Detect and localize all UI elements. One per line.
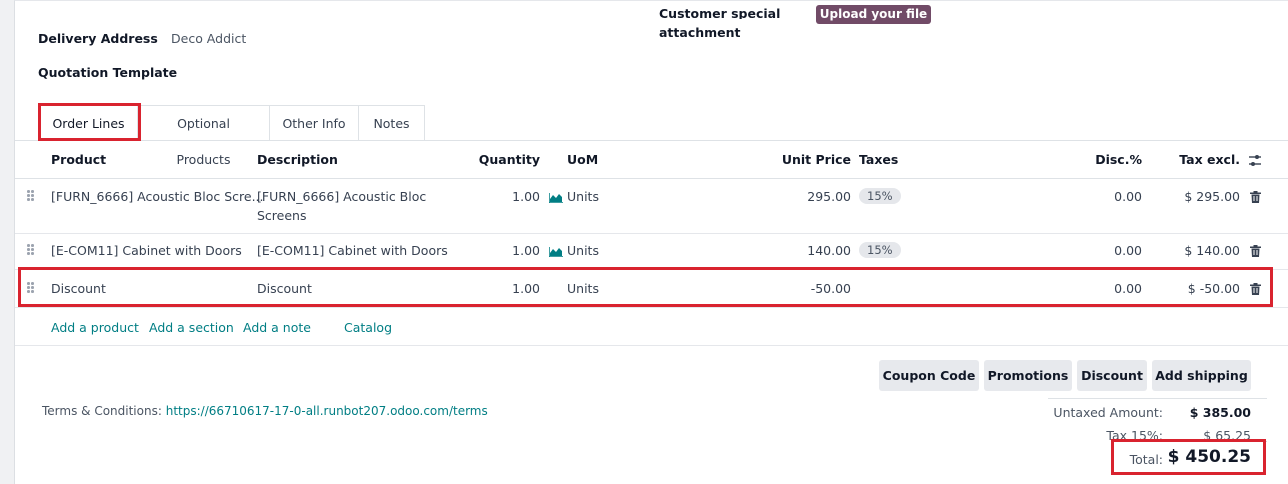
totals-divider (1048, 398, 1267, 399)
col-uom[interactable]: UoM (567, 152, 598, 167)
add-note-link[interactable]: Add a note (243, 320, 311, 335)
section-divider (15, 345, 1288, 346)
tax-value: $ 65.25 (1203, 429, 1251, 440)
tax-badge[interactable]: 15% (859, 188, 901, 204)
drag-handle-icon[interactable] (27, 190, 35, 202)
sale-order-form: Customer special attachment Upload your … (14, 0, 1288, 484)
order-line-row[interactable]: [FURN_6666] Acoustic Bloc Scre... [FURN_… (15, 180, 1288, 234)
line-disc[interactable]: 0.00 (1075, 189, 1142, 204)
upload-file-button[interactable]: Upload your file (816, 5, 931, 24)
col-unit-price[interactable]: Unit Price (755, 152, 851, 167)
line-subtotal: $ 140.00 (1184, 243, 1240, 258)
tax-badge[interactable]: 15% (859, 242, 901, 258)
line-unit-price[interactable]: 140.00 (755, 243, 851, 258)
customer-special-label: Customer special (659, 7, 781, 19)
drag-handle-icon[interactable] (27, 244, 35, 256)
area-chart-icon[interactable] (549, 246, 563, 257)
delivery-address-field[interactable]: Deco Addict (171, 31, 246, 46)
untaxed-amount-label: Untaxed Amount: (1053, 405, 1163, 420)
catalog-link[interactable]: Catalog (344, 320, 392, 335)
line-uom[interactable]: Units (567, 281, 599, 296)
line-disc[interactable]: 0.00 (1075, 243, 1142, 258)
tab-other-info[interactable]: Other Info (270, 105, 359, 141)
trash-icon[interactable] (1250, 245, 1261, 257)
line-quantity[interactable]: 1.00 (485, 189, 540, 204)
col-product[interactable]: Product (51, 152, 106, 167)
discount-button[interactable]: Discount (1077, 360, 1147, 391)
line-quantity[interactable]: 1.00 (485, 281, 540, 296)
order-line-row[interactable]: [E-COM11] Cabinet with Doors [E-COM11] C… (15, 234, 1288, 270)
line-quantity[interactable]: 1.00 (485, 243, 540, 258)
line-product[interactable]: [FURN_6666] Acoustic Bloc Scre... (51, 189, 264, 204)
line-uom[interactable]: Units (567, 189, 599, 204)
coupon-code-button[interactable]: Coupon Code (879, 360, 979, 391)
col-description[interactable]: Description (257, 152, 338, 167)
line-description-cont[interactable]: Screens (257, 208, 307, 223)
terms-conditions: Terms & Conditions: https://66710617-17-… (42, 404, 488, 418)
total-label: Total: (1129, 452, 1163, 467)
col-tax-excl[interactable]: Tax excl. (1165, 152, 1240, 167)
area-chart-icon[interactable] (549, 192, 563, 203)
untaxed-amount-value: $ 385.00 (1189, 405, 1251, 420)
col-taxes[interactable]: Taxes (859, 152, 898, 167)
line-unit-price[interactable]: -50.00 (755, 281, 851, 296)
line-description[interactable]: [FURN_6666] Acoustic Bloc (257, 189, 426, 204)
add-product-link[interactable]: Add a product (51, 320, 139, 335)
line-subtotal: $ -50.00 (1187, 281, 1240, 296)
trash-icon[interactable] (1250, 191, 1261, 203)
total-value: $ 450.25 (1167, 447, 1251, 467)
trash-icon[interactable] (1250, 283, 1261, 295)
tab-optional-products[interactable]: Optional Products (138, 105, 270, 167)
terms-link[interactable]: https://66710617-17-0-all.runbot207.odoo… (166, 404, 488, 418)
quotation-template-label: Quotation Template (38, 65, 178, 80)
line-disc[interactable]: 0.00 (1075, 281, 1142, 296)
add-shipping-button[interactable]: Add shipping (1152, 360, 1251, 391)
add-section-link[interactable]: Add a section (149, 320, 234, 335)
tax-line-clip: Tax 15%: $ 65.25 (1055, 429, 1255, 440)
attachment-label: attachment (659, 25, 741, 40)
tax-divider (1115, 441, 1267, 442)
line-uom[interactable]: Units (567, 243, 599, 258)
line-unit-price[interactable]: 295.00 (755, 189, 851, 204)
delivery-address-label: Delivery Address (38, 31, 158, 46)
line-description[interactable]: Discount (257, 281, 312, 296)
col-disc[interactable]: Disc.% (1075, 152, 1142, 167)
tax-label: Tax 15%: (1106, 429, 1163, 440)
notebook-tabs: Order Lines Optional Products Other Info… (39, 105, 425, 167)
drag-handle-icon[interactable] (27, 282, 35, 294)
tab-order-lines[interactable]: Order Lines (39, 105, 138, 141)
line-description[interactable]: [E-COM11] Cabinet with Doors (257, 243, 448, 258)
terms-label: Terms & Conditions: (42, 404, 162, 418)
sliders-icon[interactable] (1248, 154, 1262, 167)
order-lines-header: Product Description Quantity UoM Unit Pr… (15, 141, 1288, 179)
line-product[interactable]: [E-COM11] Cabinet with Doors (51, 243, 242, 258)
line-subtotal: $ 295.00 (1184, 189, 1240, 204)
tab-notes[interactable]: Notes (359, 105, 425, 141)
promotions-button[interactable]: Promotions (984, 360, 1072, 391)
order-line-row[interactable]: Discount Discount 1.00 Units -50.00 0.00… (15, 270, 1288, 308)
line-product[interactable]: Discount (51, 281, 106, 296)
col-quantity[interactable]: Quantity (475, 152, 540, 167)
upload-file-label: Upload your file (819, 7, 928, 21)
